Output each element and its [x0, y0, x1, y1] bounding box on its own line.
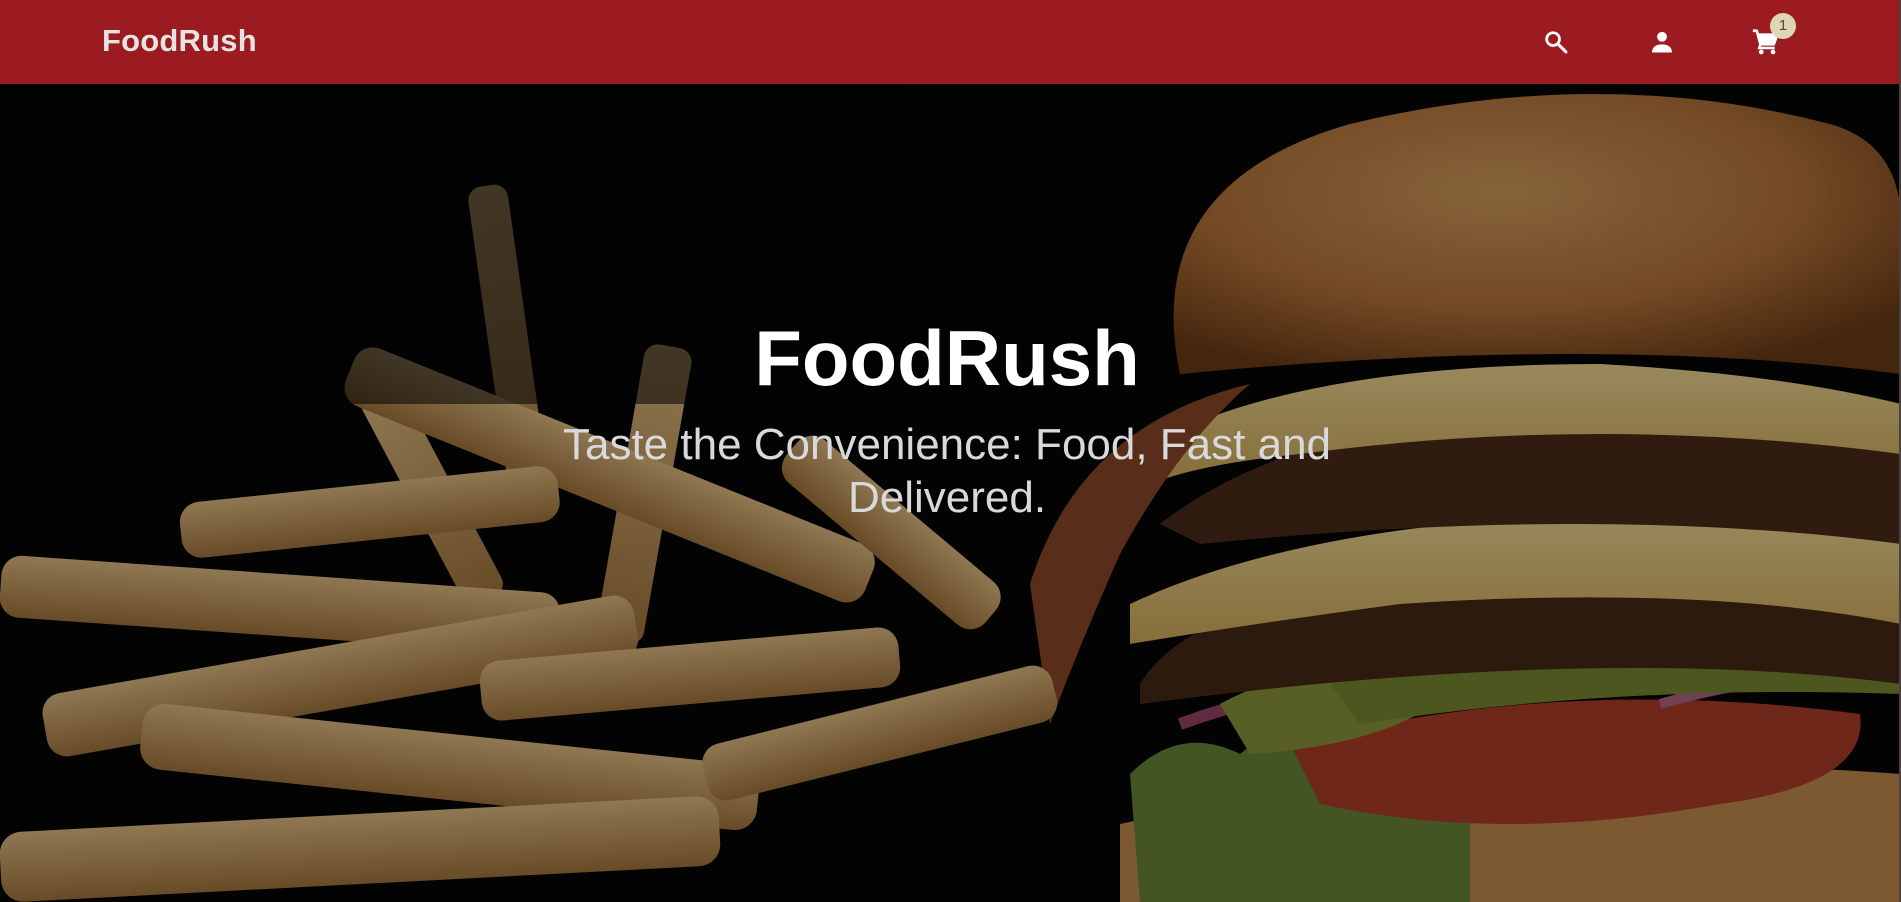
home-page: FoodRush 1 FoodRush Taste the Convenienc…	[0, 0, 1901, 902]
search-button[interactable]	[1538, 24, 1574, 60]
cart-count-badge: 1	[1770, 13, 1796, 39]
account-button[interactable]	[1644, 24, 1680, 60]
hero-title: FoodRush	[754, 314, 1140, 402]
brand-logo-link[interactable]: FoodRush	[102, 22, 257, 60]
account-icon	[1652, 31, 1672, 53]
search-icon	[1545, 31, 1568, 54]
hero-subtitle: Taste the Convenience: Food, Fast and De…	[562, 420, 1332, 522]
top-navbar: FoodRush 1	[0, 0, 1901, 84]
browser-viewport: FoodRush 1 FoodRush Taste the Convenienc…	[0, 0, 1901, 902]
